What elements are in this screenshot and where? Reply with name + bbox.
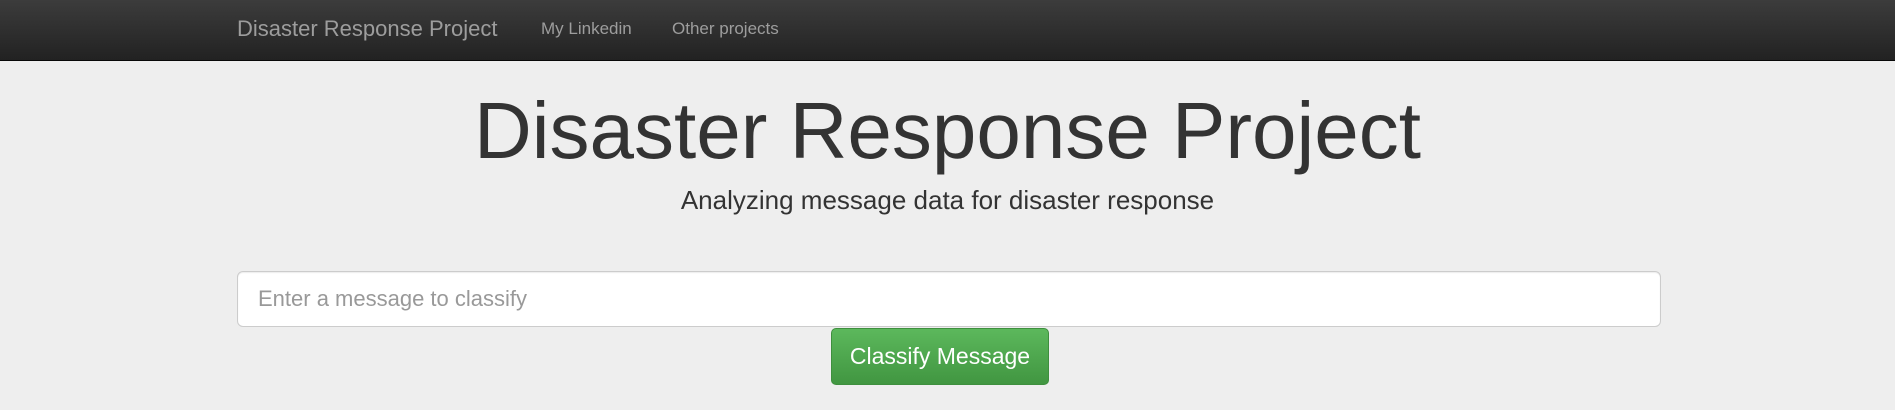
navbar: Disaster Response Project My Linkedin Ot… (0, 0, 1895, 61)
page-title: Disaster Response Project (473, 86, 1422, 175)
page-subtitle: Analyzing message data for disaster resp… (680, 185, 1215, 215)
nav-link-linkedin[interactable]: My Linkedin (541, 19, 632, 39)
nav-link-other-projects[interactable]: Other projects (672, 19, 779, 39)
classify-message-button[interactable]: Classify Message (831, 328, 1049, 385)
navbar-brand-link[interactable]: Disaster Response Project (237, 16, 497, 42)
jumbotron: Disaster Response Project Analyzing mess… (0, 61, 1895, 410)
message-input[interactable] (237, 271, 1661, 327)
